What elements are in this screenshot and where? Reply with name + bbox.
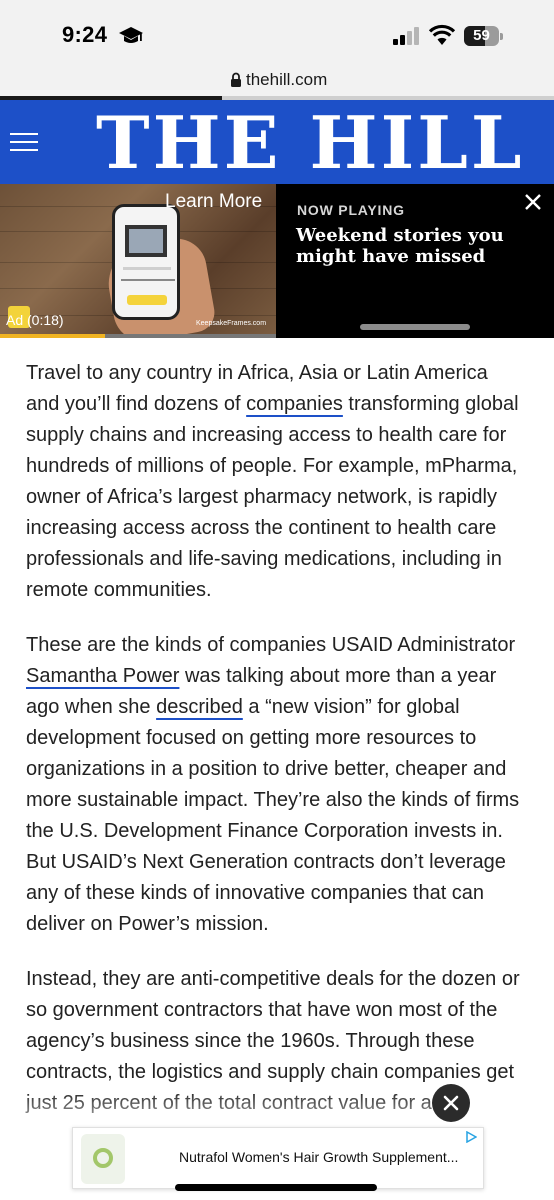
- cellular-signal-icon: [393, 27, 419, 45]
- described-link[interactable]: described: [156, 696, 243, 718]
- article-body: Travel to any country in Africa, Asia or…: [26, 358, 526, 1143]
- close-icon[interactable]: [432, 1084, 470, 1122]
- now-playing-label: NOW PLAYING: [297, 202, 405, 218]
- status-time: 9:24: [62, 22, 108, 47]
- video-player[interactable]: Learn More KeepsakeFrames.com Ad (0:18) …: [0, 184, 554, 338]
- supplement-product-image: [81, 1134, 125, 1184]
- bottom-ad-banner[interactable]: Nutrafol Women's Hair Growth Supplement.…: [72, 1127, 484, 1189]
- article-paragraph: Travel to any country in Africa, Asia or…: [26, 362, 519, 601]
- status-bar: 9:24 59: [0, 0, 554, 62]
- learn-more-link[interactable]: Learn More: [165, 191, 262, 213]
- home-indicator: [175, 1184, 377, 1191]
- video-drag-handle[interactable]: [360, 324, 470, 330]
- ad-close-button[interactable]: [432, 1084, 470, 1122]
- ad-brand-text: KeepsakeFrames.com: [196, 320, 267, 327]
- wifi-icon: [429, 24, 455, 45]
- url-text[interactable]: thehill.com: [246, 70, 327, 90]
- graduation-cap-icon: [119, 27, 143, 43]
- companies-link[interactable]: companies: [246, 393, 343, 415]
- battery-percent: 59: [473, 27, 490, 44]
- lock-icon: [231, 72, 241, 87]
- video-ad-thumbnail[interactable]: Learn More KeepsakeFrames.com Ad (0:18): [0, 184, 276, 334]
- ad-countdown: Ad (0:18): [6, 312, 64, 328]
- close-icon[interactable]: [524, 193, 542, 211]
- ad-headline[interactable]: Nutrafol Women's Hair Growth Supplement.…: [179, 1149, 458, 1165]
- ad-choices-icon[interactable]: [465, 1131, 477, 1143]
- site-logo[interactable]: THE HILL: [96, 106, 525, 180]
- video-progress-bar[interactable]: [0, 334, 105, 338]
- video-title[interactable]: Weekend stories you might have missed: [296, 225, 536, 267]
- article-paragraph: These are the kinds of companies USAID A…: [26, 634, 520, 935]
- hamburger-menu-icon[interactable]: [10, 133, 40, 155]
- phone-image: [112, 204, 180, 320]
- video-progress-track: [104, 334, 276, 338]
- address-bar[interactable]: thehill.com: [0, 62, 554, 98]
- samantha-power-link[interactable]: Samantha Power: [26, 665, 179, 687]
- site-header: THE HILL: [0, 100, 554, 184]
- battery-icon: 59: [464, 26, 504, 48]
